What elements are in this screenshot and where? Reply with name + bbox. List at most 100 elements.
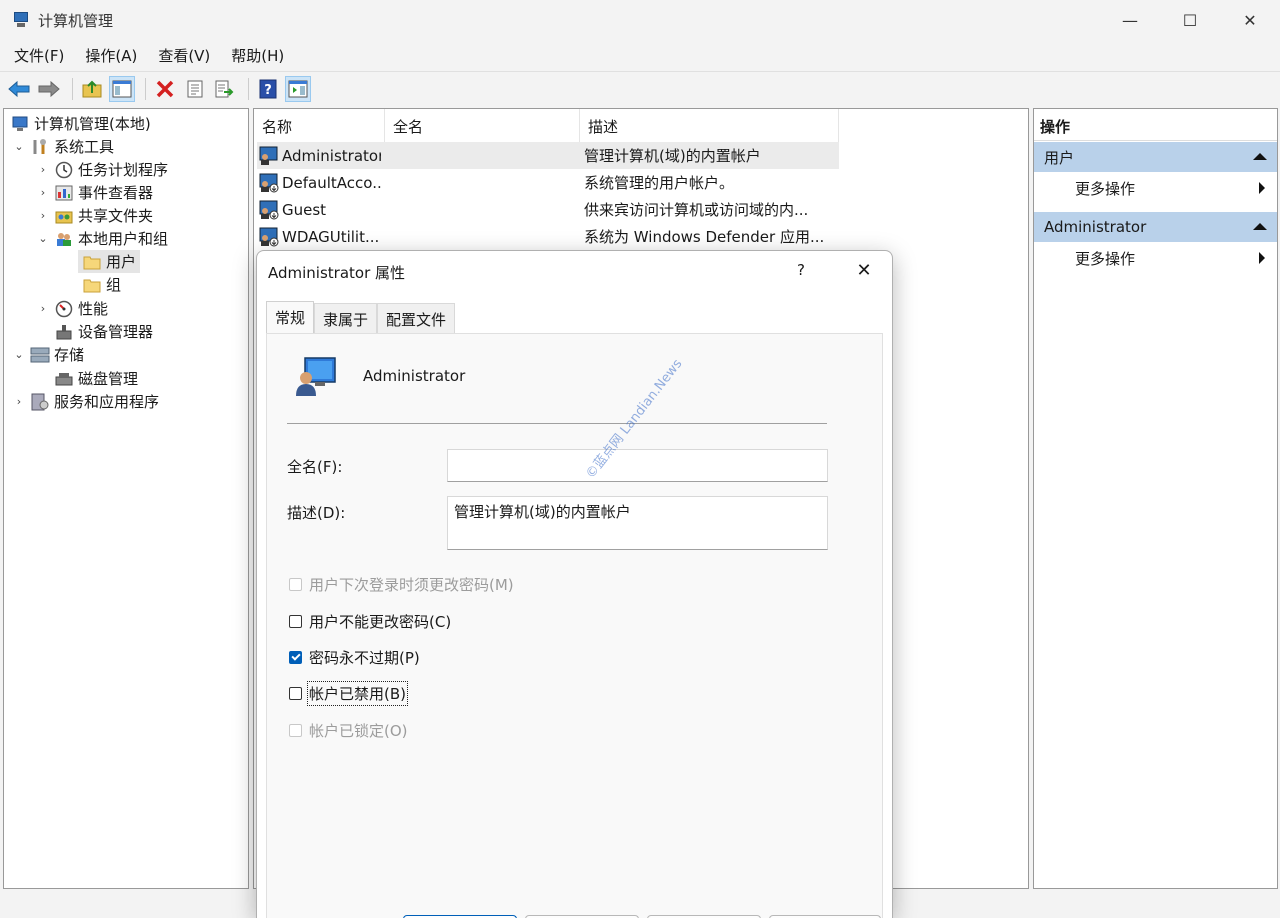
tree-label: 共享文件夹 — [78, 207, 154, 225]
submenu-arrow-icon — [1259, 252, 1265, 264]
user-account-disabled-icon — [257, 227, 279, 247]
tree-label: 任务计划程序 — [78, 161, 169, 179]
dialog-close-button[interactable]: ✕ — [847, 255, 881, 285]
menu-view[interactable]: 查看(V) — [151, 45, 217, 66]
general-tab-panel: Administrator 全名(F): 描述(D): 管理计算机(域)的内置帐… — [266, 333, 883, 918]
menu-file[interactable]: 文件(F) — [7, 45, 71, 66]
dialog-help-button[interactable]: ? — [797, 261, 805, 279]
chevron-down-icon[interactable]: ⌄ — [36, 232, 50, 245]
submenu-arrow-icon — [1259, 182, 1265, 194]
help-button[interactable]: ? — [255, 76, 281, 102]
collapse-up-icon[interactable] — [1253, 223, 1267, 230]
checkbox-password-never-expires[interactable]: 密码永不过期(P) — [289, 647, 420, 668]
tree-item-event-viewer[interactable]: › 事件查看器 — [36, 181, 153, 204]
tree-item-groups[interactable]: 组 — [78, 273, 121, 296]
export-list-button[interactable] — [212, 76, 238, 102]
tree-item-performance[interactable]: › 性能 — [36, 297, 108, 320]
user-account-icon — [257, 146, 279, 166]
window-title: 计算机管理 — [38, 11, 114, 30]
minimize-button[interactable]: — — [1100, 0, 1160, 40]
list-item-defaultaccount[interactable]: DefaultAcco... 系统管理的用户帐户。 — [257, 169, 839, 196]
checkbox-account-locked[interactable]: 帐户已锁定(O) — [289, 720, 408, 741]
tree-label: 设备管理器 — [78, 323, 154, 341]
checkbox-box[interactable] — [289, 687, 302, 700]
tree-item-task-scheduler[interactable]: › 任务计划程序 — [36, 158, 168, 181]
folder-icon — [82, 253, 102, 271]
action-section-administrator[interactable]: Administrator — [1034, 212, 1277, 242]
up-level-button[interactable] — [79, 76, 105, 102]
properties-icon — [187, 80, 203, 97]
back-button[interactable] — [6, 76, 32, 102]
tree-label: 事件查看器 — [78, 184, 154, 202]
column-header-fullname[interactable]: 全名 — [385, 109, 580, 143]
toolbar-separator — [72, 77, 73, 100]
actions-title: 操作 — [1034, 109, 1277, 141]
tree-item-services-applications[interactable]: › 服务和应用程序 — [12, 390, 159, 413]
description-input[interactable]: 管理计算机(域)的内置帐户 — [447, 496, 828, 550]
chevron-down-icon[interactable]: ⌄ — [12, 140, 26, 153]
column-header-description[interactable]: 描述 — [580, 109, 839, 143]
tree-label: 系统工具 — [54, 138, 115, 156]
collapse-up-icon[interactable] — [1253, 153, 1267, 160]
tree-item-shared-folders[interactable]: › 共享文件夹 — [36, 204, 153, 227]
tab-general[interactable]: 常规 — [266, 301, 315, 333]
chevron-right-icon[interactable]: › — [36, 186, 50, 199]
chevron-right-icon[interactable]: › — [12, 395, 26, 408]
tree-label: 服务和应用程序 — [54, 393, 160, 411]
column-header-name[interactable]: 名称 — [254, 109, 385, 143]
dialog-title: Administrator 属性 — [268, 264, 406, 282]
user-account-disabled-icon — [257, 200, 279, 220]
properties-button[interactable] — [182, 76, 208, 102]
properties-dialog: Administrator 属性 ? ✕ 常规 隶属于 配置文件 Adminis… — [256, 250, 893, 918]
tab-profile[interactable]: 配置文件 — [377, 303, 456, 335]
checkbox-must-change-password[interactable]: 用户下次登录时须更改密码(M) — [289, 574, 514, 595]
chevron-right-icon[interactable]: › — [36, 163, 50, 176]
show-hide-action-pane-button[interactable] — [285, 75, 311, 102]
checkbox-box[interactable] — [289, 615, 302, 628]
show-hide-console-tree-button[interactable] — [109, 75, 135, 102]
forward-button[interactable] — [36, 76, 62, 102]
more-actions-administrator[interactable]: 更多操作 — [1034, 243, 1277, 273]
menu-action[interactable]: 操作(A) — [78, 45, 144, 66]
toolbar: ? — [0, 71, 1280, 105]
tree-label: 组 — [106, 276, 122, 294]
fullname-input[interactable] — [447, 449, 828, 482]
disk-icon — [54, 370, 74, 388]
checkbox-cannot-change-password[interactable]: 用户不能更改密码(C) — [289, 611, 451, 632]
event-viewer-icon — [54, 184, 74, 202]
more-actions-users[interactable]: 更多操作 — [1034, 173, 1277, 203]
chevron-right-icon[interactable]: › — [36, 209, 50, 222]
chevron-right-icon[interactable]: › — [36, 302, 50, 315]
list-item-guest[interactable]: Guest 供来宾访问计算机或访问域的内... — [257, 196, 839, 223]
arrow-right-icon — [38, 80, 60, 97]
close-button[interactable]: ✕ — [1220, 0, 1280, 40]
toolbar-separator — [248, 77, 249, 100]
delete-button[interactable] — [152, 76, 178, 102]
tree-item-users[interactable]: 用户 — [78, 250, 141, 273]
tree-item-storage[interactable]: ⌄ 存储 — [12, 343, 84, 366]
action-section-users[interactable]: 用户 — [1034, 142, 1277, 172]
tab-member-of[interactable]: 隶属于 — [314, 303, 378, 335]
maximize-button[interactable]: ☐ — [1160, 0, 1220, 40]
computer-management-icon — [12, 11, 30, 29]
delete-x-icon — [156, 80, 174, 97]
dialog-tabs: 常规 隶属于 配置文件 — [266, 301, 456, 335]
menu-help[interactable]: 帮助(H) — [224, 45, 291, 66]
checkbox-box[interactable] — [289, 724, 302, 737]
tree-item-device-manager[interactable]: 设备管理器 — [50, 320, 153, 343]
svg-text:?: ? — [264, 83, 272, 98]
list-item-wdagutility[interactable]: WDAGUtilit... 系统为 Windows Defender 应用... — [257, 223, 839, 250]
checkbox-box-checked[interactable] — [289, 651, 302, 664]
help-book-icon: ? — [259, 79, 277, 98]
tree-item-computer-management[interactable]: 计算机管理(本地) — [6, 112, 151, 135]
tree-item-system-tools[interactable]: ⌄ 系统工具 — [12, 135, 114, 158]
list-item-administrator[interactable]: Administrator 管理计算机(域)的内置帐户 — [257, 142, 839, 169]
checkbox-box[interactable] — [289, 578, 302, 591]
tree-item-local-users-groups[interactable]: ⌄ 本地用户和组 — [36, 227, 168, 250]
console-tree-icon — [112, 80, 132, 97]
chevron-down-icon[interactable]: ⌄ — [12, 348, 26, 361]
tree-item-disk-management[interactable]: 磁盘管理 — [50, 367, 138, 390]
window-controls: — ☐ ✕ — [1100, 0, 1280, 40]
checkbox-account-disabled[interactable]: 帐户已禁用(B) — [289, 681, 408, 706]
tree-label: 计算机管理(本地) — [34, 115, 151, 133]
